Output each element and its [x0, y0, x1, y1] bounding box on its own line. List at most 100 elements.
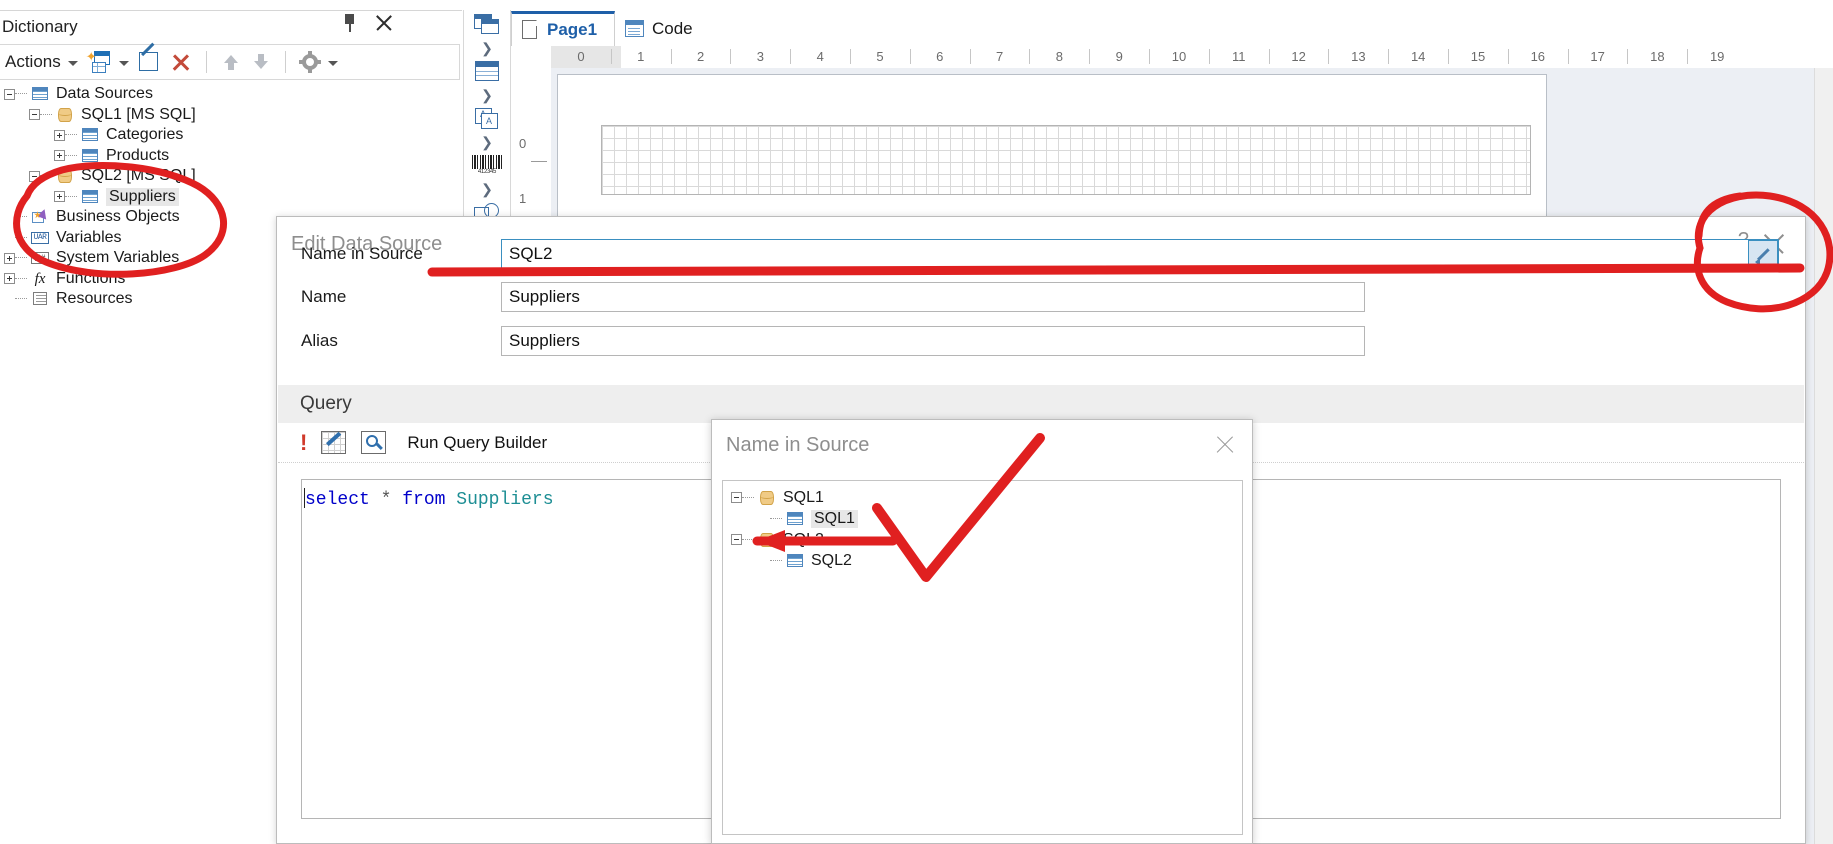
query-section-label: Query [300, 393, 352, 414]
tree-expander[interactable] [4, 252, 15, 264]
tab-code[interactable]: Code [615, 11, 725, 46]
alias-input[interactable]: Suppliers [501, 326, 1365, 356]
sql-token: Suppliers [456, 490, 554, 510]
exclamation-icon: ! [300, 429, 308, 455]
data-band[interactable] [601, 125, 1531, 195]
ruler-tick-label: 11 [1232, 49, 1246, 64]
tree-expander[interactable] [29, 170, 40, 182]
name-in-source-browse-button[interactable] [1748, 240, 1778, 268]
tree-expander-space [4, 212, 15, 223]
table-icon [81, 189, 99, 205]
tree-item-label: Resources [56, 290, 133, 308]
chevron-right-icon[interactable]: ❯ [464, 181, 510, 198]
edit-button[interactable] [134, 42, 164, 77]
tree-item-label: System Variables [56, 249, 180, 267]
tree-item-suppliers[interactable]: Suppliers [0, 187, 460, 208]
popup-title: Name in Source [726, 434, 870, 456]
tree-expander[interactable] [54, 150, 65, 162]
vertical-scrollbar[interactable] [1814, 68, 1833, 844]
popup-tree-item-sql2[interactable]: SQL2 [723, 529, 1242, 550]
tree-item-sql1-ms-sql[interactable]: SQL1 [MS SQL] [0, 105, 460, 126]
tree-expander[interactable] [54, 129, 65, 141]
ruler-tick-label: 18 [1650, 49, 1665, 64]
close-icon[interactable] [374, 13, 394, 33]
popup-tree-item-sql1[interactable]: SQL1 [723, 508, 1242, 529]
tree-connector [15, 298, 27, 300]
chevron-down-icon [118, 61, 129, 66]
ruler-tick [1627, 49, 1629, 64]
tree-item-products[interactable]: Products [0, 146, 460, 167]
database-icon [56, 168, 74, 184]
ruler-tick [909, 49, 911, 64]
tree-expander[interactable] [29, 109, 40, 121]
name-in-source-input[interactable]: SQL2 [501, 239, 1779, 269]
system-variables-icon: Σ# [31, 250, 49, 266]
ruler-tick [1507, 49, 1509, 64]
ruler-tick [1687, 49, 1689, 64]
ruler-tick-label: 5 [876, 49, 884, 64]
tree-item-categories[interactable]: Categories [0, 125, 460, 146]
tree-expander[interactable] [54, 191, 65, 203]
table-icon [786, 511, 804, 527]
popup-tree-item-label: SQL2 [783, 530, 824, 548]
delete-icon [169, 51, 193, 73]
settings-button[interactable] [296, 47, 341, 77]
ruler-tick [1567, 49, 1569, 64]
chevron-right-icon[interactable]: ❯ [464, 40, 510, 57]
run-query-builder-button[interactable]: Run Query Builder [407, 433, 547, 453]
component-group-data-band[interactable] [464, 57, 510, 87]
ruler-tick-label: 17 [1590, 49, 1605, 64]
tab-page1[interactable]: Page1 [511, 11, 615, 46]
popup-tree[interactable]: SQL1 SQL1 SQL2 SQL2 [722, 480, 1243, 835]
tree-item-sql2-ms-sql[interactable]: SQL2 [MS SQL] [0, 166, 460, 187]
component-group-panels[interactable] [464, 10, 510, 40]
tree-connector [15, 216, 27, 218]
chevron-right-icon[interactable]: ❯ [464, 87, 510, 104]
new-data-source-button[interactable]: ✦ [83, 47, 132, 77]
code-icon [625, 20, 644, 37]
chevron-right-icon[interactable]: ❯ [464, 134, 510, 151]
field-row-alias: Alias Suppliers [301, 326, 1781, 356]
tab-page1-label: Page1 [547, 20, 598, 39]
component-group-text[interactable]: AA [464, 104, 510, 134]
table-icon [81, 148, 99, 164]
tree-item-label: Functions [56, 269, 126, 287]
pin-icon[interactable] [342, 14, 358, 32]
tree-item-label: Business Objects [56, 208, 180, 226]
ruler-tick [1328, 49, 1330, 64]
arrow-up-icon [220, 51, 242, 73]
move-down-button[interactable] [247, 47, 275, 77]
name-input[interactable]: Suppliers [501, 282, 1365, 312]
alias-label: Alias [301, 331, 338, 350]
app-window: Dictionary Actions ✦ Data Sources SQL1 [… [0, 0, 1833, 844]
popup-tree-item-sql2[interactable]: SQL2 [723, 550, 1242, 571]
tree-item-data-sources[interactable]: Data Sources [0, 84, 460, 105]
delete-button[interactable] [166, 47, 196, 77]
ruler-tick-label: 1 [637, 49, 645, 64]
move-up-button[interactable] [217, 47, 245, 77]
toolbar-divider [284, 51, 286, 73]
component-group-barcode[interactable]: 412345 [464, 151, 510, 181]
tree-connector [40, 175, 52, 177]
variables-icon: UAR [31, 230, 49, 246]
popup-tree-item-sql1[interactable]: SQL1 [723, 487, 1242, 508]
chevron-down-icon [327, 61, 338, 66]
edit-query-icon[interactable] [321, 430, 347, 455]
sql-token: from [402, 490, 446, 510]
preview-query-icon[interactable] [361, 430, 387, 455]
ruler-tick [1149, 49, 1150, 64]
actions-menu-button[interactable]: Actions [2, 47, 81, 77]
pencil-icon [1754, 245, 1772, 266]
tree-connector [15, 277, 27, 280]
name-in-source-label: Name in Source [301, 244, 423, 263]
ruler-tick-label: 14 [1410, 49, 1426, 64]
tree-expander[interactable] [731, 534, 742, 545]
tree-expander[interactable] [4, 273, 15, 285]
tree-expander[interactable] [731, 492, 742, 503]
popup-close-button[interactable] [1214, 434, 1236, 456]
tree-expander-space [759, 555, 770, 566]
horizontal-ruler: 0 1 2 3 4 5 6 7 8 9 10 11 12 13 14 15 16 17 18 19 [551, 46, 1833, 69]
query-section-header: Query [278, 385, 1804, 423]
tree-expander-space [4, 232, 15, 243]
tree-expander[interactable] [4, 88, 15, 100]
